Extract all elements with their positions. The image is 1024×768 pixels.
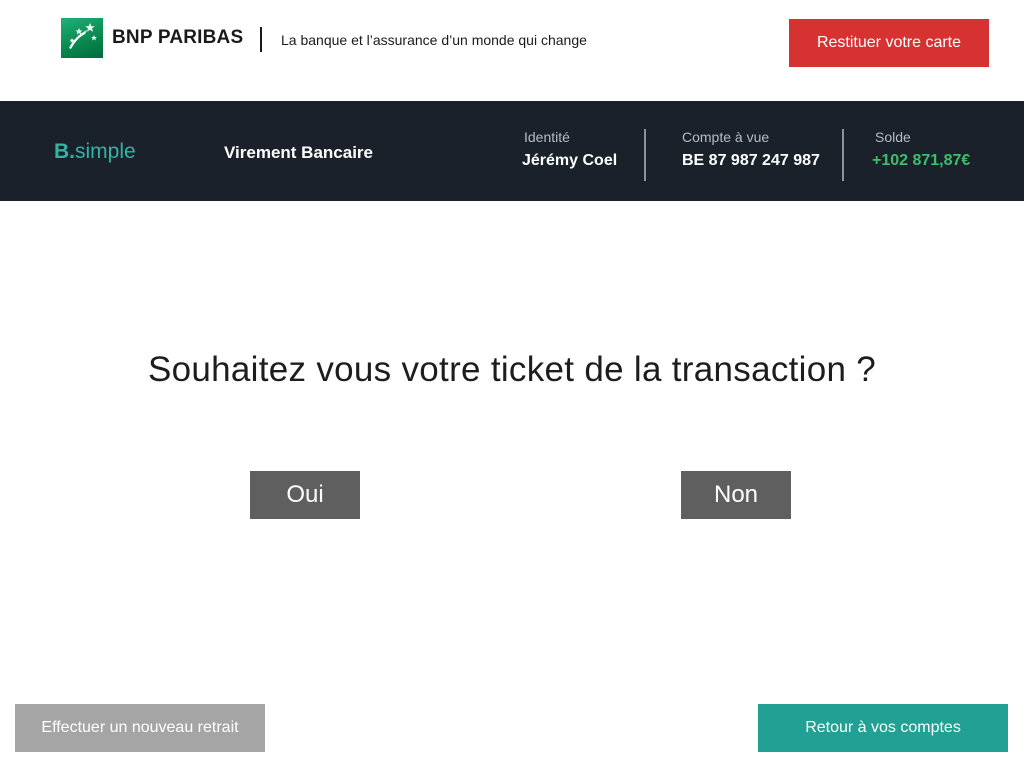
bank-tagline: La banque et l’assurance d’un monde qui … xyxy=(281,32,587,48)
identity-info: Identité Jérémy Coel xyxy=(522,129,617,170)
account-header: B.simple Virement Bancaire Identité Jéré… xyxy=(0,101,1024,201)
receipt-question: Souhaitez vous votre ticket de la transa… xyxy=(147,350,877,389)
atm-screen: BNP PARIBAS La banque et l’assurance d’u… xyxy=(0,0,1024,768)
yes-button[interactable]: Oui xyxy=(250,471,360,519)
brand-divider xyxy=(260,27,262,52)
identity-value: Jérémy Coel xyxy=(522,152,618,169)
header-divider xyxy=(842,129,844,181)
bnp-stars-logo-icon xyxy=(61,18,103,58)
new-withdrawal-button[interactable]: Effectuer un nouveau retrait xyxy=(15,704,265,752)
return-card-button[interactable]: Restituer votre carte xyxy=(789,19,989,67)
balance-label: Solde xyxy=(875,129,911,145)
account-info: Compte à vue BE 87 987 247 987 xyxy=(682,129,820,170)
back-to-accounts-button[interactable]: Retour à vos comptes xyxy=(758,704,1008,752)
bsimple-logo-b: B xyxy=(54,140,70,163)
bsimple-logo: B.simple xyxy=(54,140,136,164)
brand-bar: BNP PARIBAS La banque et l’assurance d’u… xyxy=(0,0,1024,101)
bsimple-logo-text: simple xyxy=(75,140,136,163)
identity-label: Identité xyxy=(524,129,570,145)
header-divider xyxy=(644,129,646,181)
account-number: BE 87 987 247 987 xyxy=(682,152,820,169)
no-button[interactable]: Non xyxy=(681,471,791,519)
account-label: Compte à vue xyxy=(682,129,770,145)
balance-info: Solde +102 871,87€ xyxy=(872,129,970,170)
bank-name: BNP PARIBAS xyxy=(112,27,244,48)
section-title: Virement Bancaire xyxy=(224,143,373,162)
balance-value: +102 871,87€ xyxy=(872,152,971,169)
